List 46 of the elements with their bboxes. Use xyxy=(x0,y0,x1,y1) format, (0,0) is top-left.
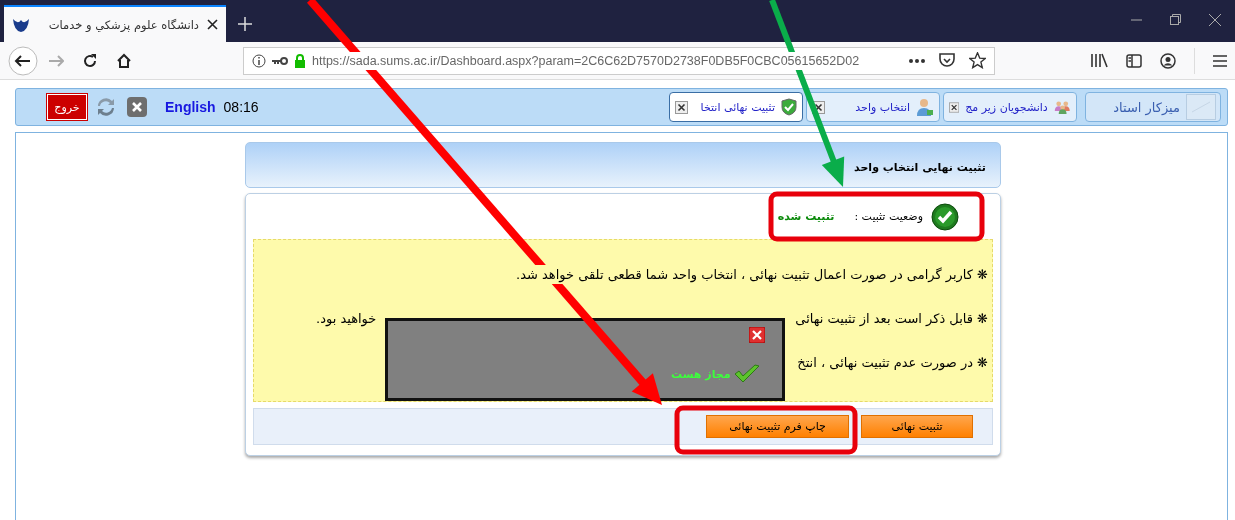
url-text[interactable]: https://sada.sums.ac.ir/Dashboard.aspx?param=2C6C62D7570D2738F0DB5F0CBC05615652D02 xyxy=(312,53,903,68)
page-tab[interactable]: انتخاب واحد xyxy=(806,92,940,122)
exit-button[interactable]: خروج xyxy=(47,94,87,120)
shield-check-icon xyxy=(781,98,797,116)
more-icon[interactable] xyxy=(909,58,925,63)
popup-message: مجاز هست xyxy=(671,367,731,381)
menu-icon[interactable] xyxy=(1213,54,1227,67)
library-icon[interactable] xyxy=(1091,53,1108,68)
key-icon xyxy=(272,55,288,66)
sidebar-icon[interactable] xyxy=(1126,53,1142,68)
check-icon xyxy=(733,364,760,384)
notice-text: خواهید بود. xyxy=(316,310,377,329)
card-title: تثبیت نهایی انتخاب واحد xyxy=(854,161,986,174)
language-link[interactable]: English xyxy=(165,99,216,115)
page-tab[interactable]: تثبیت نهائی انتخا xyxy=(669,92,803,122)
back-icon[interactable] xyxy=(8,45,38,76)
address-bar[interactable]: https://sada.sums.ac.ir/Dashboard.aspx?param=2C6C62D7570D2738F0DB5F0CBC05615652D02 xyxy=(243,46,995,75)
notice-text: ❋ قابل ذکر است بعد از تثبیت نهائی xyxy=(795,310,988,329)
account-icon[interactable] xyxy=(1160,52,1176,69)
reload-icon[interactable] xyxy=(82,52,98,69)
close-icon[interactable] xyxy=(675,100,688,114)
star-icon[interactable] xyxy=(969,52,986,69)
close-icon[interactable] xyxy=(1209,14,1221,26)
university-logo-icon xyxy=(12,16,30,33)
check-circle-icon xyxy=(931,202,959,231)
close-icon[interactable] xyxy=(207,19,218,30)
desk-icon xyxy=(1186,94,1216,120)
home-icon[interactable] xyxy=(116,52,132,69)
dashboard-tab[interactable]: میزکار استاد xyxy=(1085,92,1221,122)
refresh-icon[interactable] xyxy=(95,96,117,118)
clock-time: 08:16 xyxy=(223,99,259,115)
plus-icon[interactable] xyxy=(238,17,252,31)
lock-icon xyxy=(294,53,306,68)
status-value: تثبیت شده xyxy=(777,210,835,223)
action-button[interactable]: تثبیت نهائی xyxy=(861,415,973,438)
action-button[interactable]: چاپ فرم تثبیت نهائی xyxy=(706,415,849,438)
person-icon xyxy=(916,98,934,116)
page-tab[interactable]: دانشجویان زیر مج xyxy=(943,92,1077,122)
restore-icon[interactable] xyxy=(1170,14,1181,25)
status-label: وضعیت تثبیت : xyxy=(854,210,923,223)
close-icon[interactable] xyxy=(749,327,765,343)
info-icon[interactable] xyxy=(252,53,266,68)
notice-text: ❋ در صورت عدم تثبیت نهائی ، انتخ xyxy=(797,355,988,370)
pocket-icon[interactable] xyxy=(939,53,955,68)
notice-text: ❋ کاربر گرامی در صورت اعمال تثبیت نهائی ، انتخاب واحد شما قطعی تلقی خواهد شد. xyxy=(516,267,988,282)
close-icon[interactable] xyxy=(949,100,960,114)
